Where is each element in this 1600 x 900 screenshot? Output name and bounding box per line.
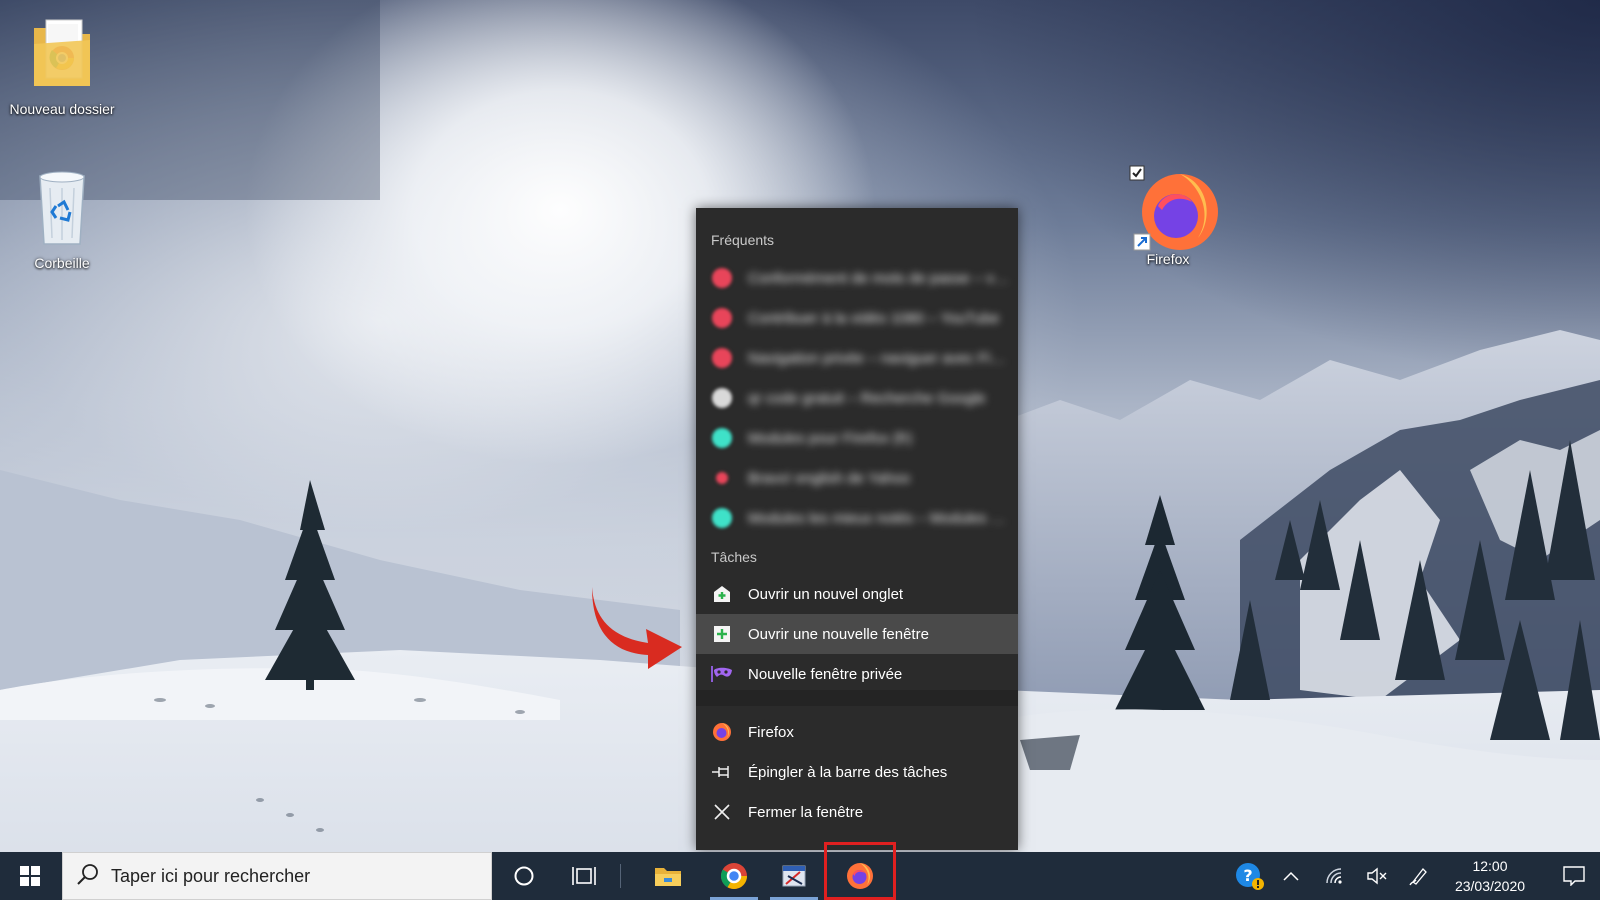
pin-icon bbox=[710, 760, 734, 784]
folder-icon bbox=[34, 19, 90, 86]
taskbar: ? 12:00 23/03/2020 bbox=[0, 852, 1600, 900]
jumplist-frequent-item[interactable]: Navigation privée – naviguer avec Fire… bbox=[696, 338, 1018, 378]
tray-help-icon[interactable]: ? bbox=[1230, 852, 1270, 900]
task-label: Ouvrir une nouvelle fenêtre bbox=[748, 625, 929, 643]
tray-pen[interactable] bbox=[1402, 852, 1436, 900]
snipping-tool-icon bbox=[782, 865, 806, 887]
jumplist-frequent-item[interactable]: Conformément de mots de passe – victor… bbox=[696, 258, 1018, 298]
action-center-button[interactable] bbox=[1548, 852, 1600, 900]
jumplist-item-label: Conformément de mots de passe – victor… bbox=[748, 269, 1010, 287]
jumplist-item-label: Firefox bbox=[748, 723, 794, 741]
taskbar-firefox[interactable] bbox=[830, 852, 890, 900]
jumplist-section-tasks: Tâches bbox=[711, 549, 757, 565]
jumplist-frequent-item[interactable]: qr code gratuit – Recherche Google bbox=[696, 378, 1018, 418]
new-window-icon bbox=[710, 622, 734, 646]
tray-network[interactable] bbox=[1318, 852, 1352, 900]
jumplist-separator bbox=[696, 690, 1018, 706]
task-view-button[interactable] bbox=[556, 852, 612, 900]
volume-muted-icon bbox=[1367, 867, 1387, 885]
jumplist-item-label: Modules les mieux notés – Modules p… bbox=[748, 509, 1010, 527]
jumplist-item-label: qr code gratuit – Recherche Google bbox=[748, 389, 986, 407]
task-view-icon bbox=[572, 867, 596, 885]
taskbar-file-explorer[interactable] bbox=[640, 852, 696, 900]
tray-clock[interactable]: 12:00 23/03/2020 bbox=[1440, 852, 1540, 900]
desktop-icon-corbeille[interactable]: Corbeille bbox=[2, 168, 122, 271]
firefox-icon bbox=[710, 720, 734, 744]
jumplist-pin-taskbar[interactable]: Épingler à la barre des tâches bbox=[696, 752, 1018, 792]
task-private-window[interactable]: Nouvelle fenêtre privée bbox=[696, 654, 1018, 694]
jumplist-item-label: Modules pour Firefox (fr) bbox=[748, 429, 913, 447]
site-favicon-icon bbox=[710, 466, 734, 490]
taskbar-chrome[interactable] bbox=[706, 852, 762, 900]
jumplist-item-label: Bravo! english de Yahoo bbox=[748, 469, 911, 487]
task-new-window[interactable]: Ouvrir une nouvelle fenêtre bbox=[696, 614, 1018, 654]
windows-logo-icon bbox=[20, 866, 40, 886]
private-mask-icon bbox=[710, 662, 734, 686]
folder-icon bbox=[655, 868, 681, 886]
svg-text:?: ? bbox=[1243, 866, 1252, 885]
tray-show-hidden-icons[interactable] bbox=[1274, 852, 1308, 900]
task-new-tab[interactable]: Ouvrir un nouvel onglet bbox=[696, 574, 1018, 614]
firefox-icon bbox=[1129, 165, 1218, 251]
jumplist-item-label: Fermer la fenêtre bbox=[748, 803, 864, 821]
wifi-icon bbox=[1326, 868, 1342, 884]
close-icon bbox=[710, 800, 734, 824]
notification-icon bbox=[1563, 866, 1585, 886]
desktop-icon-label: Nouveau dossier bbox=[9, 101, 115, 117]
taskbar-snipping-tool[interactable] bbox=[766, 852, 822, 900]
search-icon bbox=[77, 863, 99, 890]
site-favicon-icon bbox=[710, 266, 734, 290]
jumplist-close-window[interactable]: Fermer la fenêtre bbox=[696, 792, 1018, 832]
jumplist-item-label: Contribuer à la vidéo 1080 – YouTube bbox=[748, 309, 1000, 327]
chrome-icon bbox=[720, 863, 748, 890]
site-favicon-icon bbox=[710, 506, 734, 530]
task-label: Nouvelle fenêtre privée bbox=[748, 665, 903, 683]
jumplist-section-frequent: Fréquents bbox=[711, 232, 775, 248]
site-favicon-icon bbox=[710, 386, 734, 410]
search-input[interactable] bbox=[111, 865, 451, 887]
desktop-icon-label: Corbeille bbox=[34, 255, 90, 271]
red-arrow-annotation bbox=[592, 587, 682, 669]
jumplist-item-label: Navigation privée – naviguer avec Fire… bbox=[748, 349, 1010, 367]
pen-icon bbox=[1409, 868, 1427, 886]
chevron-up-icon bbox=[1283, 871, 1299, 881]
jumplist-open-firefox[interactable]: Firefox bbox=[696, 712, 1018, 752]
jumplist-frequent-item[interactable]: Modules pour Firefox (fr) bbox=[696, 418, 1018, 458]
taskbar-search-box[interactable] bbox=[62, 852, 492, 900]
desktop-icon-nouveau-dossier[interactable]: Nouveau dossier bbox=[2, 14, 122, 117]
recycle-bin-icon bbox=[39, 171, 85, 245]
site-favicon-icon bbox=[710, 426, 734, 450]
clock-date: 23/03/2020 bbox=[1454, 878, 1526, 894]
site-favicon-icon bbox=[710, 346, 734, 370]
task-label: Ouvrir un nouvel onglet bbox=[748, 585, 904, 603]
desktop-icon-firefox[interactable]: Firefox bbox=[1108, 162, 1228, 267]
jumplist-item-label: Épingler à la barre des tâches bbox=[748, 763, 948, 781]
jumplist-frequent-item[interactable]: Bravo! english de Yahoo bbox=[696, 458, 1018, 498]
start-button[interactable] bbox=[0, 852, 60, 900]
cortana-button[interactable] bbox=[496, 852, 552, 900]
firefox-icon bbox=[847, 863, 873, 889]
new-tab-icon bbox=[710, 582, 734, 606]
site-favicon-icon bbox=[710, 306, 734, 330]
jumplist-frequent-item[interactable]: Contribuer à la vidéo 1080 – YouTube bbox=[696, 298, 1018, 338]
firefox-jumplist: Fréquents Conformément de mots de passe … bbox=[696, 208, 1018, 850]
tray-volume[interactable] bbox=[1360, 852, 1394, 900]
cortana-circle-icon bbox=[514, 866, 534, 886]
clock-time: 12:00 bbox=[1472, 858, 1508, 874]
help-icon: ? bbox=[1236, 863, 1264, 890]
taskbar-divider bbox=[620, 864, 621, 888]
jumplist-frequent-item[interactable]: Modules les mieux notés – Modules p… bbox=[696, 498, 1018, 538]
